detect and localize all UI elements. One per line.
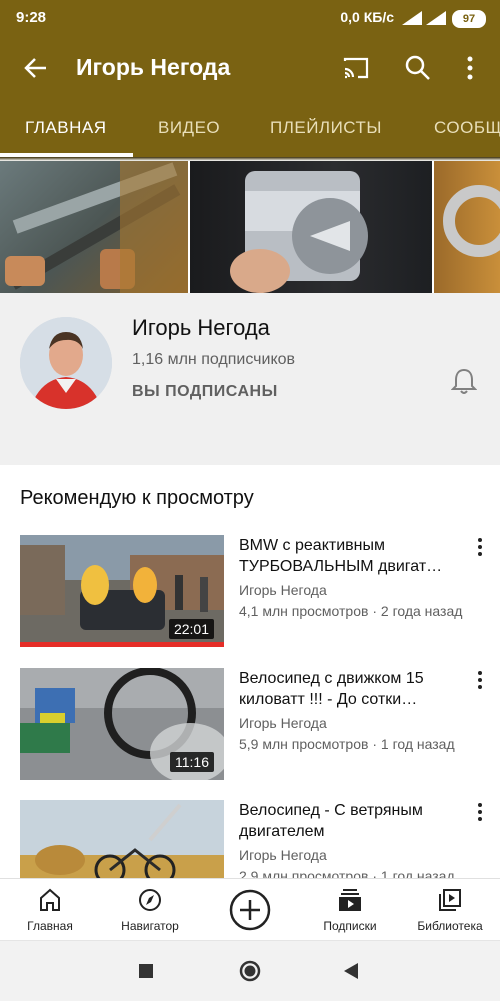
- network-speed: 0,0 КБ/с: [340, 9, 394, 25]
- signal-icon: [426, 11, 446, 25]
- battery-icon: 97: [452, 10, 486, 28]
- nav-create[interactable]: [200, 879, 300, 941]
- nav-label: Подписки: [323, 919, 377, 933]
- video-title[interactable]: Велосипед с движком 15 киловатт !!! - До…: [239, 668, 467, 710]
- video-duration: 11:16: [170, 752, 214, 772]
- channel-banner: [0, 161, 500, 293]
- status-bar: 9:28 0,0 КБ/с 97: [0, 0, 500, 36]
- recents-square-icon[interactable]: [138, 963, 154, 979]
- tab-playlists[interactable]: ПЛЕЙЛИСТЫ: [270, 118, 382, 138]
- search-icon[interactable]: [404, 54, 432, 82]
- video-duration: 22:01: [168, 619, 214, 639]
- nav-explore[interactable]: Навигатор: [100, 879, 200, 941]
- channel-name: Игорь Негода: [132, 315, 270, 340]
- video-channel: Игорь Негода: [239, 847, 327, 863]
- subscriptions-icon: [339, 889, 361, 911]
- nav-subscriptions[interactable]: Подписки: [300, 879, 400, 941]
- video-more-icon[interactable]: [476, 670, 484, 690]
- video-thumbnail[interactable]: 11:16: [20, 668, 224, 780]
- page-title: Игорь Негода: [76, 54, 231, 80]
- subscriber-count: 1,16 млн подписчиков: [132, 351, 296, 368]
- add-icon: [229, 889, 271, 931]
- app-bar: Игорь Негода: [0, 36, 500, 100]
- video-thumbnail[interactable]: [20, 800, 224, 878]
- video-more-icon[interactable]: [476, 802, 484, 822]
- system-navigation-bar: [0, 940, 500, 1001]
- library-icon: [439, 889, 461, 911]
- banner-image-hammers: [0, 161, 188, 293]
- nav-home[interactable]: Главная: [0, 879, 100, 941]
- video-channel: Игорь Негода: [239, 582, 327, 598]
- channel-header: Игорь Негода 1,16 млн подписчиков ВЫ ПОД…: [0, 293, 500, 465]
- home-icon: [40, 888, 60, 911]
- video-item[interactable]: Велосипед - С ветряным двигателем Игорь …: [0, 800, 500, 878]
- banner-image-ring: [434, 161, 500, 293]
- notification-bell-icon[interactable]: [451, 367, 477, 395]
- nav-label: Навигатор: [121, 919, 179, 933]
- tab-videos[interactable]: ВИДЕО: [158, 118, 220, 138]
- video-title[interactable]: Велосипед - С ветряным двигателем: [239, 800, 467, 842]
- subscribe-button[interactable]: ВЫ ПОДПИСАНЫ: [132, 383, 278, 401]
- explore-compass-icon: [139, 889, 161, 911]
- video-item[interactable]: 22:01 BMW с реактивным ТУРБОВАЛЬНЫМ двиг…: [0, 535, 500, 647]
- video-meta: 4,1 млн просмотров · 2 года назад: [239, 603, 463, 619]
- tab-community[interactable]: СООБЩ: [434, 118, 500, 138]
- status-time: 9:28: [16, 9, 47, 26]
- video-title[interactable]: BMW с реактивным ТУРБОВАЛЬНЫМ двигат…: [239, 535, 467, 577]
- tab-home[interactable]: ГЛАВНАЯ: [25, 118, 106, 138]
- signal-icon: [402, 11, 422, 25]
- bottom-navigation: Главная Навигатор Подписки Библиотека: [0, 878, 500, 941]
- home-circle-icon[interactable]: [239, 960, 261, 982]
- video-thumbnail[interactable]: 22:01: [20, 535, 224, 647]
- video-more-icon[interactable]: [476, 537, 484, 557]
- video-meta: 5,9 млн просмотров · 1 год назад: [239, 736, 455, 752]
- section-title: Рекомендую к просмотру: [20, 487, 254, 509]
- video-channel: Игорь Негода: [239, 715, 327, 731]
- banner-image-engine: [190, 161, 432, 293]
- video-meta: 2,9 млн просмотров · 1 год назад: [239, 868, 455, 878]
- video-item[interactable]: 11:16 Велосипед с движком 15 киловатт !!…: [0, 668, 500, 780]
- channel-tabs: ГЛАВНАЯ ВИДЕО ПЛЕЙЛИСТЫ СООБЩ: [0, 100, 500, 157]
- nav-label: Главная: [27, 919, 73, 933]
- back-triangle-icon[interactable]: [343, 962, 359, 980]
- avatar[interactable]: [20, 317, 112, 409]
- nav-library[interactable]: Библиотека: [400, 879, 500, 941]
- more-vert-icon[interactable]: [456, 54, 484, 82]
- back-arrow-icon[interactable]: [22, 54, 50, 82]
- watch-progress-bar: [20, 642, 224, 647]
- cast-icon[interactable]: [342, 54, 370, 82]
- nav-label: Библиотека: [417, 919, 483, 933]
